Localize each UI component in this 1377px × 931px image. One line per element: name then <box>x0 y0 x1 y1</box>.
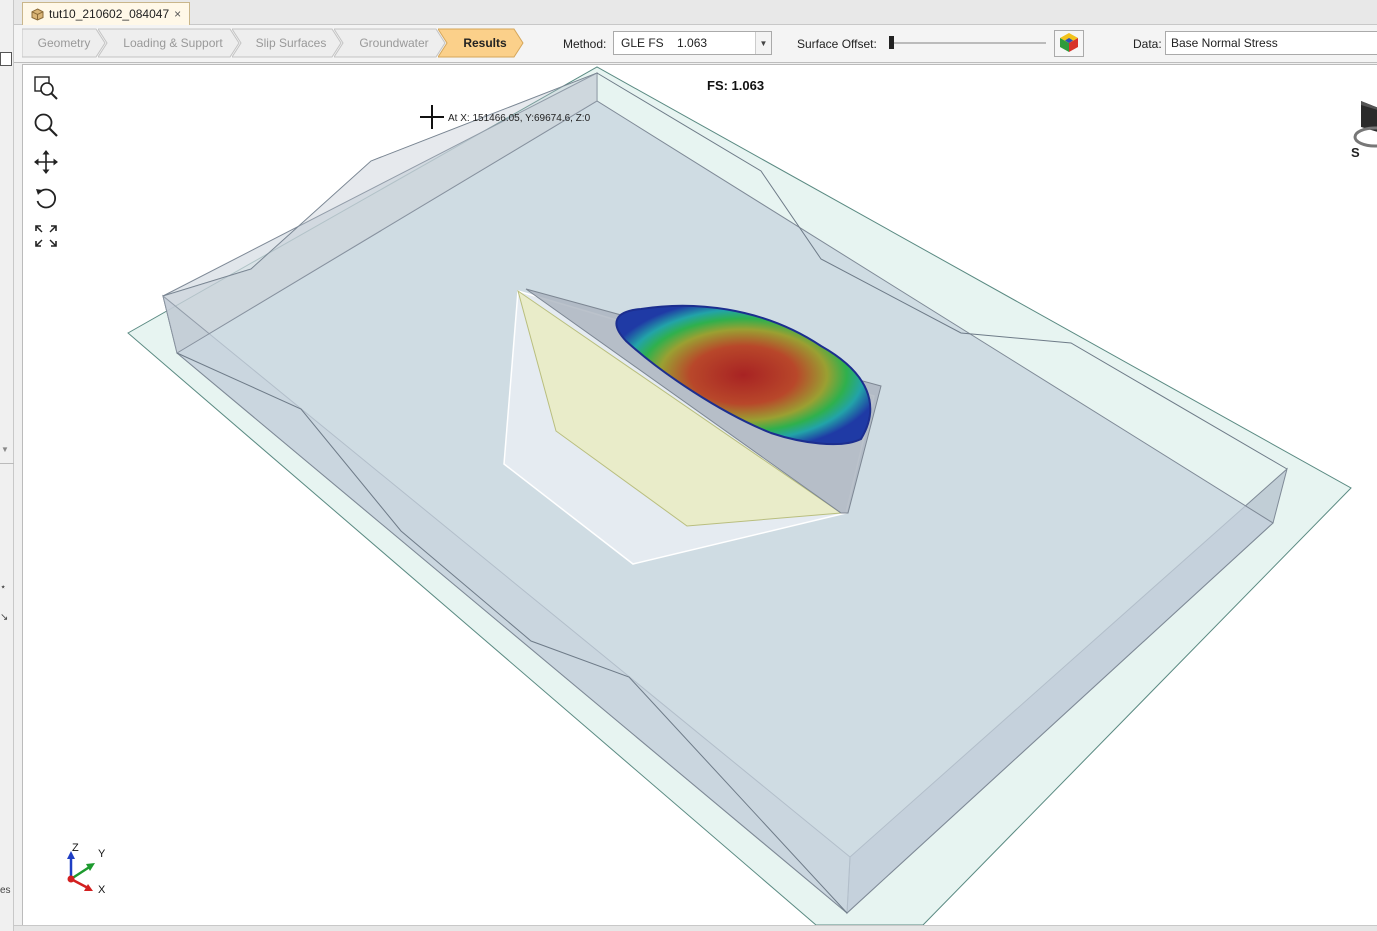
workflow-steps: Geometry Loading & Support Slip Surfaces… <box>22 28 524 58</box>
method-select-value: GLE FS 1.063 <box>621 36 708 50</box>
color-cube-icon <box>1058 31 1080 56</box>
status-strip <box>14 925 1377 931</box>
axis-y-label: Y <box>98 848 106 860</box>
step-loading-support[interactable]: Loading & Support <box>98 28 240 58</box>
left-panel-strip: ▼ ⋆ ↘ es <box>0 0 14 931</box>
workflow-toolbar: Geometry Loading & Support Slip Surfaces… <box>14 25 1377 63</box>
step-results-label: Results <box>463 36 507 50</box>
step-slip-surfaces[interactable]: Slip Surfaces <box>232 28 342 58</box>
left-panel-label-fragment: es <box>0 885 11 896</box>
view-cube-compass-label: S <box>1351 145 1360 160</box>
step-results[interactable]: Results <box>438 28 524 58</box>
method-select[interactable]: GLE FS 1.063 ▼ <box>613 31 772 55</box>
view-tools <box>31 71 61 256</box>
axis-z-label: Z <box>72 842 79 854</box>
step-groundwater[interactable]: Groundwater <box>334 28 446 58</box>
step-slip-surfaces-label: Slip Surfaces <box>255 36 327 50</box>
contour-color-button[interactable] <box>1054 30 1084 57</box>
step-geometry[interactable]: Geometry <box>22 28 106 58</box>
factor-of-safety-title: FS: 1.063 <box>707 78 765 93</box>
pan-icon[interactable] <box>31 145 61 179</box>
chevron-down-icon[interactable]: ▼ <box>755 32 771 54</box>
model-scene <box>127 66 1352 925</box>
scroll-down-arrow-icon[interactable]: ▼ <box>1 445 9 454</box>
coordinate-readout: At X: 151466.05, Y:69674.6, Z:0 <box>448 113 591 124</box>
axis-x-label: X <box>98 884 106 896</box>
panel-restore-icon[interactable] <box>0 52 12 66</box>
panel-divider <box>0 463 14 464</box>
document-tab-bar: tut10_210602_084047 × <box>14 0 1377 25</box>
method-label: Method: <box>563 37 607 51</box>
data-select[interactable]: Base Normal Stress <box>1165 31 1377 55</box>
close-tab-icon[interactable]: × <box>174 7 181 21</box>
zoom-window-icon[interactable] <box>31 71 61 105</box>
zoom-icon[interactable] <box>31 108 61 142</box>
view-cube[interactable]: S <box>1341 97 1377 167</box>
rotate-icon[interactable] <box>31 182 61 216</box>
pin-icon[interactable]: ⋆ <box>0 582 6 593</box>
data-select-value: Base Normal Stress <box>1171 36 1278 50</box>
pin-icon-2[interactable]: ↘ <box>0 612 8 623</box>
axis-triad: Z Y X <box>58 840 113 900</box>
step-groundwater-label: Groundwater <box>359 36 429 50</box>
document-tab[interactable]: tut10_210602_084047 × <box>22 2 190 25</box>
document-tab-label: tut10_210602_084047 <box>49 7 170 21</box>
zoom-extents-icon[interactable] <box>31 219 61 253</box>
surface-offset-slider-thumb[interactable] <box>889 36 894 49</box>
crosshair-cursor-icon <box>420 105 444 129</box>
step-geometry-label: Geometry <box>37 36 91 50</box>
3d-viewport[interactable]: FS: 1.063 At X: 151466.05, Y:69674.6, Z:… <box>22 64 1377 925</box>
surface-offset-slider-track[interactable] <box>891 42 1046 44</box>
model-file-icon <box>31 7 44 21</box>
surface-offset-label: Surface Offset: <box>797 37 877 51</box>
step-loading-support-label: Loading & Support <box>123 36 223 50</box>
application-window: ▼ ⋆ ↘ es tut10_210602_084047 × Geometry <box>0 0 1377 931</box>
data-label: Data: <box>1133 37 1162 51</box>
